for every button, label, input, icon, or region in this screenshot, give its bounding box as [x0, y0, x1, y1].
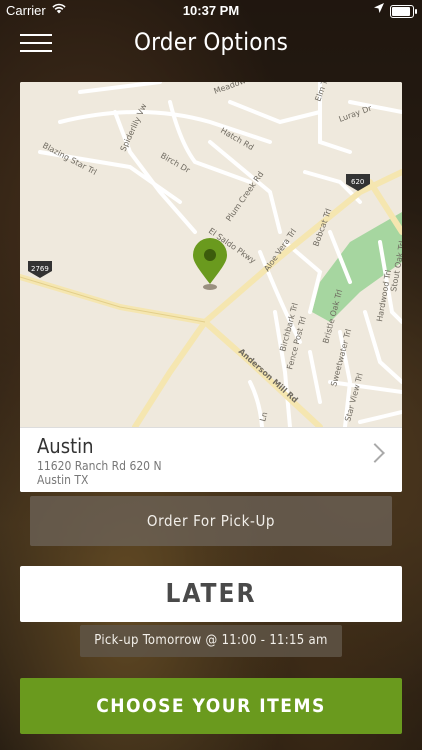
choose-items-button[interactable]: CHOOSE YOUR ITEMS [20, 678, 402, 734]
status-time: 10:37 PM [182, 3, 240, 18]
page-title: Order Options [133, 28, 289, 56]
status-bar: Carrier 10:37 PM [0, 0, 422, 22]
store-name: Austin [37, 434, 94, 458]
map-graphic: Meadow Lark Hatch Rd Spiderlily Vw Blazi… [20, 82, 402, 427]
store-info[interactable]: Austin 11620 Ranch Rd 620 N Austin TX [20, 427, 402, 492]
svg-text:620: 620 [351, 178, 364, 186]
store-card[interactable]: Meadow Lark Hatch Rd Spiderlily Vw Blazi… [20, 82, 402, 492]
store-map[interactable]: Meadow Lark Hatch Rd Spiderlily Vw Blazi… [20, 82, 402, 427]
store-address-line2: Austin TX [37, 473, 89, 487]
order-time-later-button[interactable]: LATER [20, 566, 402, 622]
chevron-right-icon[interactable] [365, 443, 385, 463]
pickup-time-label: Pick-up Tomorrow @ 11:00 - 11:15 am [80, 625, 342, 657]
nav-bar: Order Options [0, 22, 422, 62]
store-address-line1: 11620 Ranch Rd 620 N [37, 459, 162, 473]
order-type-button[interactable]: Order For Pick-Up [30, 496, 392, 546]
svg-text:2769: 2769 [31, 265, 49, 273]
battery-icon [390, 5, 417, 18]
location-arrow-icon [374, 3, 384, 16]
